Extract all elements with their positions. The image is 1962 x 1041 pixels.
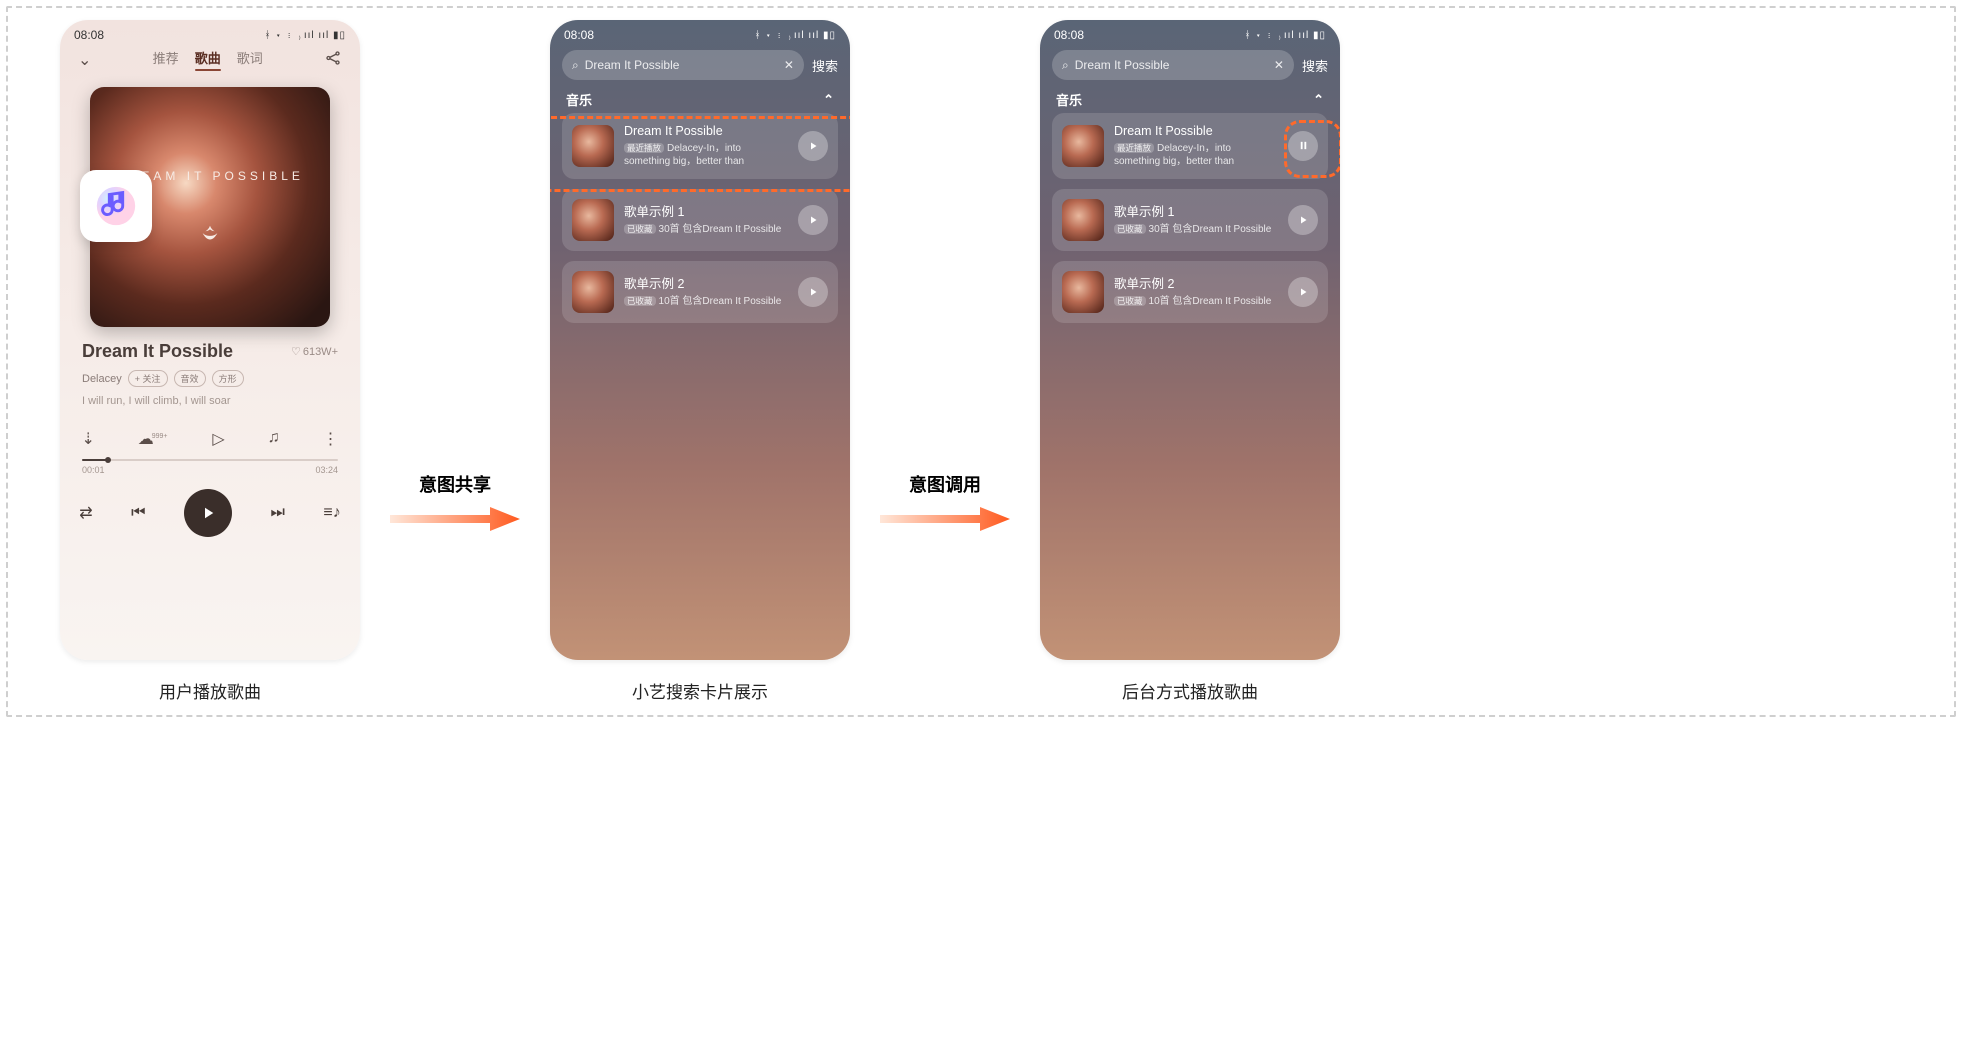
status-bar: 08:08 ᚼ ▾ ⋮ ₎ııl ııl ▮▯ — [60, 20, 360, 46]
search-input[interactable]: ⌕ Dream It Possible ✕ — [562, 50, 804, 80]
phone-search-play: 08:08 ᚼ ▾ ⋮ ₎ııl ııl ▮▯ ⌕ Dream It Possi… — [550, 20, 850, 660]
play-button[interactable] — [184, 489, 232, 537]
search-input[interactable]: ⌕ Dream It Possible ✕ — [1052, 50, 1294, 80]
status-bar: 08:08 ᚼ ▾ ⋮ ₎ııl ııl ▮▯ — [1040, 20, 1340, 46]
status-bar: 08:08 ᚼ ▾ ⋮ ₎ııl ııl ▮▯ — [550, 20, 850, 46]
play-icon[interactable] — [798, 131, 828, 161]
more-icon[interactable]: ⋮ — [323, 429, 339, 449]
status-time: 08:08 — [74, 28, 104, 42]
result-card-playlist[interactable]: 歌单示例 1 已收藏30首 包含Dream It Possible — [562, 189, 838, 251]
tab-song[interactable]: 歌曲 — [195, 48, 221, 71]
card-list: Dream It Possible 最近播放Delacey-In，into so… — [1040, 113, 1340, 323]
clear-icon[interactable]: ✕ — [784, 58, 794, 72]
time-total: 03:24 — [315, 465, 338, 475]
tab-recommend[interactable]: 推荐 — [153, 48, 179, 71]
tab-lyrics[interactable]: 歌词 — [237, 48, 263, 71]
play-icon[interactable] — [798, 277, 828, 307]
clear-icon[interactable]: ✕ — [1274, 58, 1284, 72]
caption-3: 后台方式播放歌曲 — [1122, 678, 1258, 703]
thumb — [1062, 199, 1104, 241]
status-time: 08:08 — [1054, 28, 1084, 42]
pause-icon[interactable] — [1288, 131, 1318, 161]
search-button[interactable]: 搜索 — [812, 56, 838, 75]
huawei-logo-icon — [199, 223, 221, 245]
thumb — [1062, 125, 1104, 167]
caption-2: 小艺搜索卡片展示 — [632, 678, 768, 703]
search-bar: ⌕ Dream It Possible ✕ 搜索 — [562, 50, 838, 80]
playlist-icon[interactable]: ≡♪ — [323, 504, 340, 522]
col-search-pause: 08:08 ᚼ ▾ ⋮ ₎ııl ııl ▮▯ ⌕ Dream It Possi… — [1040, 20, 1340, 703]
result-card-playlist[interactable]: 歌单示例 1 已收藏30首 包含Dream It Possible — [1052, 189, 1328, 251]
artist-name[interactable]: Delacey — [82, 373, 122, 385]
player-top-nav: ⌄ 推荐 歌曲 歌词 — [60, 46, 360, 77]
caption-1: 用户播放歌曲 — [159, 678, 261, 703]
result-card-playlist[interactable]: 歌单示例 2 已收藏10首 包含Dream It Possible — [1052, 261, 1328, 323]
bell-icon[interactable]: ♫ — [268, 429, 280, 449]
thumb — [572, 125, 614, 167]
player-actions: ⇣ ☁999+ ▷ ♫ ⋮ — [60, 429, 360, 449]
section-head: 音乐 ⌃ — [1040, 80, 1340, 113]
play-icon[interactable] — [1288, 205, 1318, 235]
search-icon: ⌕ — [572, 58, 579, 73]
share-icon[interactable] — [324, 49, 342, 70]
section-head: 音乐 ⌃ — [550, 80, 850, 113]
col-player: 08:08 ᚼ ▾ ⋮ ₎ııl ııl ▮▯ ⌄ 推荐 歌曲 歌词 DREAM… — [60, 20, 360, 703]
arrow-share: 意图共享 — [390, 471, 520, 533]
arrow-right-icon — [390, 505, 520, 533]
thumb — [572, 271, 614, 313]
status-icons: ᚼ ▾ ⋮ ₎ııl ııl ▮▯ — [1245, 30, 1326, 41]
arrow-invoke: 意图调用 — [880, 471, 1010, 533]
pill-follow[interactable]: + 关注 — [128, 370, 168, 387]
next-icon[interactable]: ⏭ — [271, 504, 285, 522]
player-controls: ⇄ ⏮ ⏭ ≡♪ — [60, 489, 360, 537]
music-app-icon — [80, 170, 152, 242]
chevron-down-icon[interactable]: ⌄ — [78, 50, 91, 70]
player-tabs[interactable]: 推荐 歌曲 歌词 — [153, 48, 263, 71]
result-card-song[interactable]: Dream It Possible 最近播放Delacey-In，into so… — [562, 113, 838, 179]
thumb — [1062, 271, 1104, 313]
like-button[interactable]: ♡613W+ — [291, 345, 338, 358]
play-icon[interactable] — [798, 205, 828, 235]
status-time: 08:08 — [564, 28, 594, 42]
result-card-song[interactable]: Dream It Possible 最近播放Delacey-In，into so… — [1052, 113, 1328, 179]
card-list: Dream It Possible 最近播放Delacey-In，into so… — [550, 113, 850, 323]
video-icon[interactable]: ▷ — [212, 429, 224, 449]
thumb — [572, 199, 614, 241]
phone-player: 08:08 ᚼ ▾ ⋮ ₎ııl ııl ▮▯ ⌄ 推荐 歌曲 歌词 DREAM… — [60, 20, 360, 660]
chevron-up-icon[interactable]: ⌃ — [1313, 92, 1324, 108]
chevron-up-icon[interactable]: ⌃ — [823, 92, 834, 108]
time-elapsed: 00:01 — [82, 465, 105, 475]
search-bar: ⌕ Dream It Possible ✕ 搜索 — [1052, 50, 1328, 80]
pill-sound[interactable]: 音效 — [174, 370, 206, 387]
progress-bar[interactable]: 00:01 03:24 — [82, 459, 338, 475]
song-title: Dream It Possible — [82, 341, 233, 362]
phone-search-pause: 08:08 ᚼ ▾ ⋮ ₎ııl ııl ▮▯ ⌕ Dream It Possi… — [1040, 20, 1340, 660]
play-icon[interactable] — [1288, 277, 1318, 307]
col-search-play: 08:08 ᚼ ▾ ⋮ ₎ııl ııl ▮▯ ⌕ Dream It Possi… — [550, 20, 850, 703]
status-icons: ᚼ ▾ ⋮ ₎ııl ııl ▮▯ — [755, 30, 836, 41]
result-card-playlist[interactable]: 歌单示例 2 已收藏10首 包含Dream It Possible — [562, 261, 838, 323]
player-meta: Dream It Possible ♡613W+ Delacey + 关注 音效… — [60, 327, 360, 407]
comment-icon[interactable]: ☁999+ — [138, 429, 170, 449]
search-icon: ⌕ — [1062, 58, 1069, 73]
download-icon[interactable]: ⇣ — [81, 429, 94, 449]
status-icons: ᚼ ▾ ⋮ ₎ııl ııl ▮▯ — [265, 30, 346, 41]
shuffle-icon[interactable]: ⇄ — [79, 503, 92, 523]
pill-shape[interactable]: 方形 — [212, 370, 244, 387]
arrow-right-icon — [880, 505, 1010, 533]
search-button[interactable]: 搜索 — [1302, 56, 1328, 75]
lyric-preview: I will run, I will climb, I will soar — [82, 395, 338, 407]
prev-icon[interactable]: ⏮ — [131, 504, 145, 522]
